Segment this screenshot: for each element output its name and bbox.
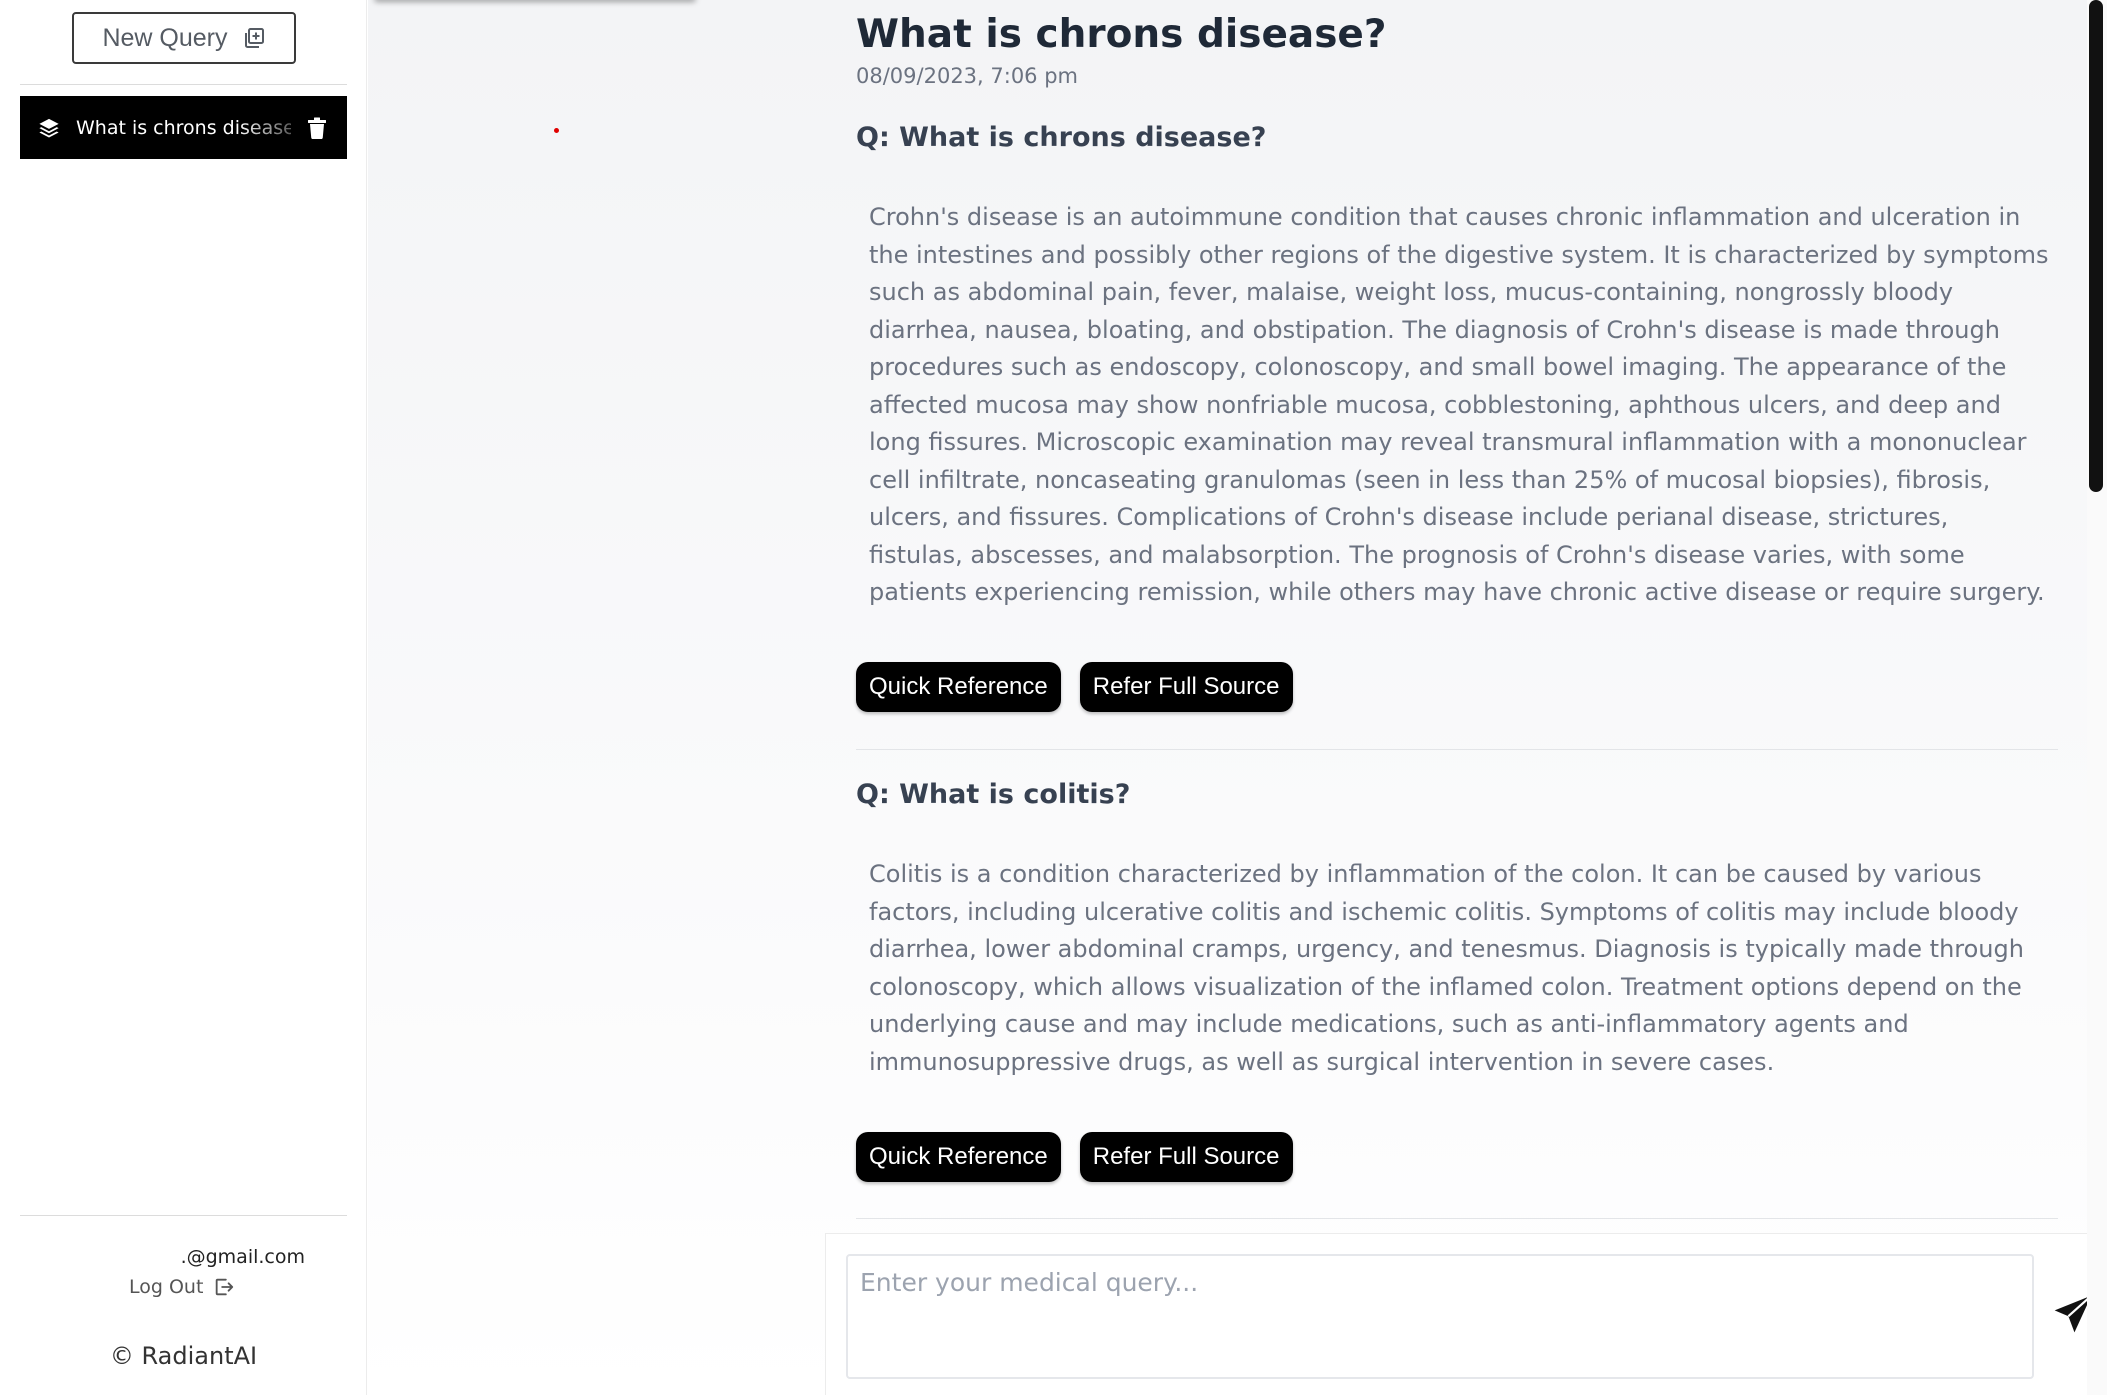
qa-divider bbox=[856, 749, 2058, 750]
add-square-icon bbox=[244, 28, 264, 48]
history-item[interactable]: What is chrons disease? bbox=[20, 96, 347, 159]
quick-reference-button[interactable]: Quick Reference bbox=[856, 1132, 1061, 1182]
page-title: What is chrons disease? bbox=[856, 12, 1387, 57]
logout-icon bbox=[216, 1278, 234, 1296]
quick-reference-button[interactable]: Quick Reference bbox=[856, 662, 1061, 712]
sidebar-divider bbox=[20, 1215, 347, 1216]
sidebar-divider bbox=[20, 84, 347, 85]
trash-icon[interactable] bbox=[307, 117, 327, 139]
answer-actions: Quick Reference Refer Full Source bbox=[856, 662, 1293, 712]
scrollbar-thumb[interactable] bbox=[2089, 0, 2103, 492]
user-email: .@gmail.com bbox=[180, 1246, 305, 1268]
sidebar: New Query What is chrons disease? .@gmai… bbox=[0, 0, 367, 1395]
logout-label: Log Out bbox=[129, 1276, 204, 1298]
query-panel bbox=[825, 1233, 2107, 1395]
query-input[interactable] bbox=[846, 1254, 2034, 1379]
history-item-label: What is chrons disease? bbox=[76, 116, 291, 139]
timestamp: 08/09/2023, 7:06 pm bbox=[856, 64, 1079, 88]
qa-divider bbox=[856, 1218, 2058, 1219]
logout-button[interactable]: Log Out bbox=[129, 1276, 235, 1298]
copyright: © RadiantAI bbox=[109, 1342, 258, 1370]
answer: Colitis is a condition characterized by … bbox=[869, 860, 2024, 1076]
main-panel: What is chrons disease? 08/09/2023, 7:06… bbox=[368, 0, 2107, 1395]
question: Q: What is chrons disease? bbox=[856, 122, 1267, 153]
answer-actions: Quick Reference Refer Full Source bbox=[856, 1132, 1293, 1182]
answer: Crohn's disease is an autoimmune conditi… bbox=[869, 203, 2049, 606]
question: Q: What is colitis? bbox=[856, 779, 1131, 810]
refer-full-source-button[interactable]: Refer Full Source bbox=[1079, 662, 1293, 712]
layers-icon bbox=[39, 118, 59, 138]
refer-full-source-button[interactable]: Refer Full Source bbox=[1079, 1132, 1293, 1182]
new-query-button[interactable]: New Query bbox=[72, 12, 296, 64]
new-query-label: New Query bbox=[102, 23, 228, 52]
cursor-marker bbox=[554, 128, 559, 133]
